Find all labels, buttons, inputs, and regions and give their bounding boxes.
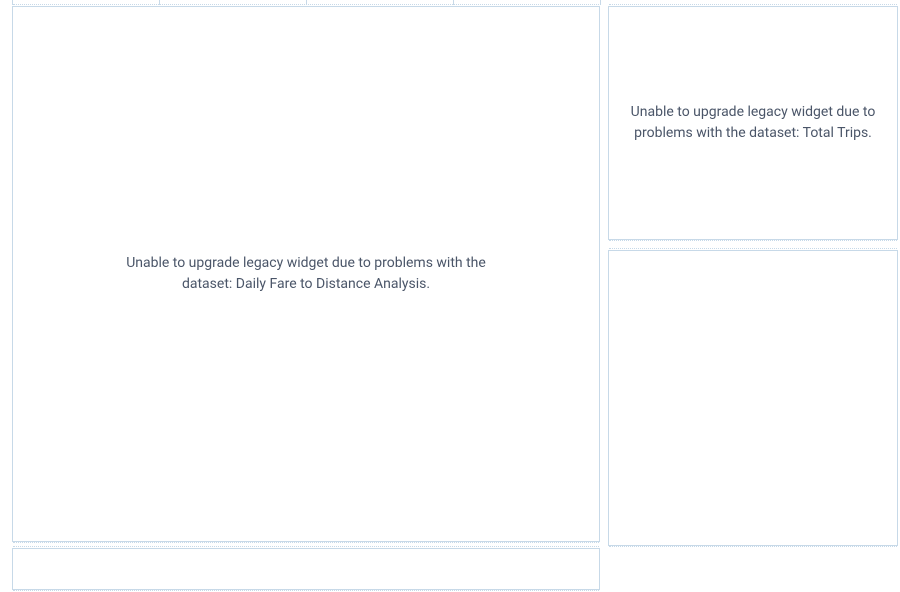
widget-error-message: Unable to upgrade legacy widget due to p… xyxy=(126,253,486,295)
widget-empty[interactable] xyxy=(608,250,898,546)
widget-error-message: Unable to upgrade legacy widget due to p… xyxy=(629,102,877,144)
widget-daily-fare-distance[interactable]: Unable to upgrade legacy widget due to p… xyxy=(12,6,600,542)
widget-total-trips[interactable]: Unable to upgrade legacy widget due to p… xyxy=(608,6,898,240)
widget-bottom-strip[interactable] xyxy=(12,548,600,590)
